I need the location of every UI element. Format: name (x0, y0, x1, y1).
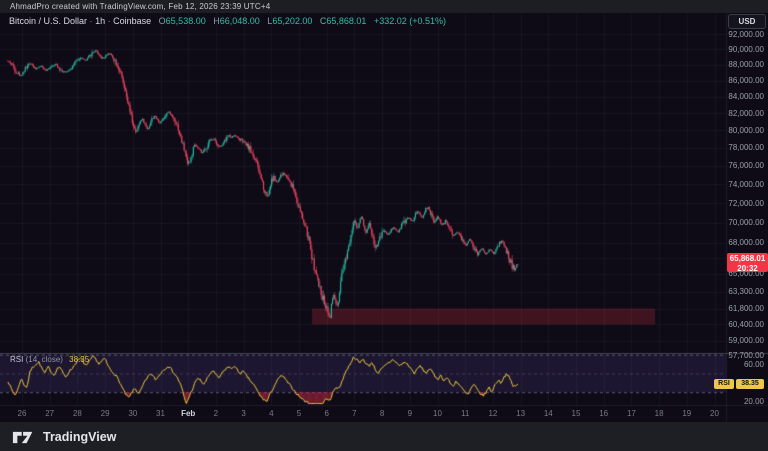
rsi-legend[interactable]: RSI (14, close) 38.35 (10, 355, 89, 364)
time-axis-label: 27 (38, 409, 62, 418)
time-axis-label: 11 (453, 409, 477, 418)
time-axis-label: Feb (176, 409, 200, 418)
bar-countdown: 20:32 (727, 264, 768, 274)
symbol-name: Bitcoin / U.S. Dollar (9, 16, 87, 26)
interval-label: 1h (95, 16, 105, 26)
ohlc-open-key: O (159, 16, 166, 26)
attribution-text: AhmadPro created with TradingView.com, F… (10, 2, 270, 11)
price-axis-label: 59,000.00 (728, 336, 764, 345)
last-price-value: 65,868.01 (727, 254, 768, 264)
price-axis-label: 86,000.00 (728, 76, 764, 85)
time-axis-label: 29 (93, 409, 117, 418)
price-axis-label: 92,000.00 (728, 30, 764, 39)
price-axis-label: 70,000.00 (728, 218, 764, 227)
price-axis-label: 63,300.00 (728, 287, 764, 296)
price-axis-label: 80,000.00 (728, 126, 764, 135)
ohlc-low-value: 65,202.00 (272, 16, 312, 26)
time-axis-label: 17 (619, 409, 643, 418)
time-axis-label: 5 (287, 409, 311, 418)
time-axis-label: 9 (398, 409, 422, 418)
rsi-axis-label: 20.00 (728, 397, 764, 406)
price-axis-label: 74,000.00 (728, 180, 764, 189)
footer-brand-text[interactable]: TradingView (43, 430, 116, 444)
price-axis-label: 72,000.00 (728, 199, 764, 208)
price-chart-canvas[interactable] (0, 0, 768, 451)
time-axis-label: 16 (592, 409, 616, 418)
time-axis-label: 18 (647, 409, 671, 418)
symbol-legend[interactable]: Bitcoin / U.S. Dollar · 1h · Coinbase O6… (9, 16, 446, 26)
time-axis-label: 28 (65, 409, 89, 418)
time-axis-label: 10 (426, 409, 450, 418)
tradingview-logo-icon[interactable] (12, 429, 36, 444)
rsi-title: RSI (10, 355, 23, 364)
time-axis-label: 19 (675, 409, 699, 418)
price-axis-label: 78,000.00 (728, 143, 764, 152)
attribution-bar: AhmadPro created with TradingView.com, F… (0, 0, 768, 13)
time-axis-label: 7 (342, 409, 366, 418)
ohlc-high-value: 66,048.00 (220, 16, 260, 26)
rsi-axis-badge-name: RSI (714, 379, 734, 389)
time-axis-label: 31 (149, 409, 173, 418)
time-axis-label: 2 (204, 409, 228, 418)
rsi-axis-label: 60.00 (728, 360, 764, 369)
time-axis-label: 26 (10, 409, 34, 418)
rsi-axis-badge-value: 38.35 (736, 379, 764, 389)
price-axis-label: 76,000.00 (728, 161, 764, 170)
ohlc-close-value: 65,868.01 (326, 16, 366, 26)
footer-bar: TradingView (0, 422, 768, 451)
exchange-label: Coinbase (113, 16, 151, 26)
time-axis-label: 6 (315, 409, 339, 418)
rsi-value: 38.35 (69, 355, 89, 364)
price-axis-label: 60,400.00 (728, 320, 764, 329)
currency-toggle-button[interactable]: USD (728, 14, 766, 29)
price-axis-label: 61,800.00 (728, 304, 764, 313)
time-axis-label: 3 (232, 409, 256, 418)
time-axis-label: 20 (703, 409, 727, 418)
price-axis-label: 90,000.00 (728, 45, 764, 54)
tradingview-chart-window: AhmadPro created with TradingView.com, F… (0, 0, 768, 451)
time-axis-label: 12 (481, 409, 505, 418)
price-axis-label: 82,000.00 (728, 109, 764, 118)
price-axis-label: 68,000.00 (728, 238, 764, 247)
time-axis-label: 13 (509, 409, 533, 418)
price-axis-label: 84,000.00 (728, 92, 764, 101)
last-price-badge: 65,868.01 20:32 (727, 253, 768, 272)
price-axis-label: 88,000.00 (728, 60, 764, 69)
time-axis-label: 4 (259, 409, 283, 418)
price-change: +332.02 (+0.51%) (374, 16, 446, 26)
ohlc-open-value: 65,538.00 (166, 16, 206, 26)
time-axis-label: 8 (370, 409, 394, 418)
time-axis-label: 14 (536, 409, 560, 418)
time-axis-label: 15 (564, 409, 588, 418)
time-axis-label: 30 (121, 409, 145, 418)
